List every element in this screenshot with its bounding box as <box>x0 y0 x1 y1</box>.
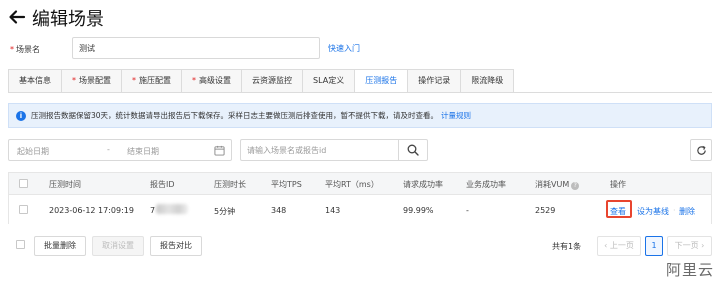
cell-report-id: 7 <box>150 206 156 215</box>
col-request-success: 请求成功率 <box>403 180 443 189</box>
col-actions: 操作 <box>610 180 626 189</box>
row-checkbox[interactable] <box>19 205 28 214</box>
cell-business-success: - <box>466 206 469 215</box>
col-test-time: 压测时间 <box>49 180 81 189</box>
col-avg-tps: 平均TPS <box>271 180 302 189</box>
info-icon: i <box>16 110 26 121</box>
tab-5[interactable]: SLA定义 <box>302 69 355 93</box>
col-vum-label: 消耗VUM <box>535 180 570 189</box>
compare-reports-button[interactable]: 报告对比 <box>150 236 202 256</box>
total-count: 共有1条 <box>552 242 582 251</box>
tab-label: 压测报告 <box>365 76 398 85</box>
col-avg-rt: 平均RT（ms） <box>325 180 379 189</box>
col-vum: 消耗VUM? <box>535 179 580 190</box>
date-range-picker[interactable]: 起始日期 - 结束日期 <box>8 139 232 161</box>
report-table: 压测时间 报告ID 压测时长 平均TPS 平均RT（ms） 请求成功率 业务成功… <box>8 172 712 224</box>
back-arrow-icon[interactable] <box>8 8 26 26</box>
tab-label: 施压配置 <box>139 76 171 85</box>
tab-divider <box>8 92 712 93</box>
page-title: 编辑场景 <box>32 9 104 30</box>
bottom-select-all-checkbox[interactable] <box>16 240 25 249</box>
end-date-placeholder: 结束日期 <box>127 147 159 156</box>
cell-test-time: 2023-06-12 17:09:19 <box>49 206 134 215</box>
tab-label: SLA定义 <box>313 76 345 85</box>
tab-label: 基本信息 <box>19 76 51 85</box>
tab-label: 限流降级 <box>471 76 504 85</box>
scene-name-label-text: 场景名 <box>16 45 40 54</box>
tab-8[interactable]: 限流降级 <box>460 69 515 93</box>
tab-label: 场景配置 <box>79 76 111 85</box>
refresh-icon <box>696 145 706 155</box>
prev-page-button[interactable]: ‹ 上一页 <box>597 236 641 256</box>
batch-delete-button[interactable]: 批量删除 <box>34 236 86 256</box>
notice-text: 压测报告数据保留30天，统计数据请导出报告后下载保存。采样日志主要做压测后排查使… <box>31 111 439 120</box>
tab-1[interactable]: * 场景配置 <box>61 69 121 93</box>
table-row: 2023-06-12 17:09:19 7 5分钟 348 143 99.99%… <box>9 196 711 224</box>
required-mark: * <box>10 45 14 54</box>
table-header: 压测时间 报告ID 压测时长 平均TPS 平均RT（ms） 请求成功率 业务成功… <box>9 173 711 195</box>
set-baseline-button[interactable]: 设为基线 <box>637 206 669 217</box>
start-date-placeholder: 起始日期 <box>17 147 49 156</box>
tab-6[interactable]: 压测报告 <box>354 69 408 93</box>
cell-request-success: 99.99% <box>403 206 434 215</box>
date-separator: - <box>107 145 110 154</box>
page-1-button[interactable]: 1 <box>645 236 663 256</box>
cell-vum: 2529 <box>535 206 556 215</box>
delete-button[interactable]: 删除 <box>679 206 695 217</box>
info-notice: i 压测报告数据保留30天，统计数据请导出报告后下载保存。采样日志主要做压测后排… <box>8 103 712 128</box>
cell-avg-rt: 143 <box>325 206 341 215</box>
prev-page-label: ‹ 上一页 <box>604 241 634 250</box>
search-icon <box>407 144 419 156</box>
tab-label: 云资源监控 <box>252 76 292 85</box>
help-icon[interactable]: ? <box>571 182 580 190</box>
cell-duration: 5分钟 <box>214 207 236 216</box>
scene-name-label: * 场景名 <box>10 44 40 55</box>
tab-0[interactable]: 基本信息 <box>8 69 61 93</box>
redacted-report-id <box>156 204 188 214</box>
tab-4[interactable]: 云资源监控 <box>241 69 302 93</box>
tab-bar: 基本信息 * 场景配置 * 施压配置 * 高级设置 云资源监控 SLA定义 压测报告 操作记录 限流降… <box>8 69 515 93</box>
required-mark: * <box>132 76 136 85</box>
metering-rules-link[interactable]: 计量规则 <box>441 110 471 121</box>
refresh-button[interactable] <box>690 139 712 161</box>
watermark: 阿里云 <box>665 261 714 279</box>
search-button[interactable] <box>398 139 428 161</box>
cell-avg-tps: 348 <box>271 206 287 215</box>
action-separator: · <box>673 206 676 215</box>
view-button[interactable]: 查看 <box>610 206 626 217</box>
tab-3[interactable]: * 高级设置 <box>181 69 241 93</box>
col-duration: 压测时长 <box>214 180 246 189</box>
required-mark: * <box>72 76 76 85</box>
next-page-button[interactable]: 下一页 › <box>667 236 712 256</box>
select-all-checkbox[interactable] <box>19 179 28 188</box>
scene-name-input[interactable] <box>72 37 320 59</box>
col-report-id: 报告ID <box>150 180 175 189</box>
next-page-label: 下一页 › <box>674 241 705 250</box>
tab-7[interactable]: 操作记录 <box>407 69 461 93</box>
tab-label: 操作记录 <box>418 76 451 85</box>
calendar-icon[interactable] <box>214 145 225 156</box>
tab-label: 高级设置 <box>199 76 231 85</box>
quick-start-link[interactable]: 快速入门 <box>328 43 360 54</box>
required-mark: * <box>192 76 196 85</box>
tab-2[interactable]: * 施压配置 <box>121 69 181 93</box>
cancel-selection-button[interactable]: 取消设置 <box>92 236 144 256</box>
col-business-success: 业务成功率 <box>466 180 506 189</box>
search-input[interactable] <box>240 139 398 161</box>
